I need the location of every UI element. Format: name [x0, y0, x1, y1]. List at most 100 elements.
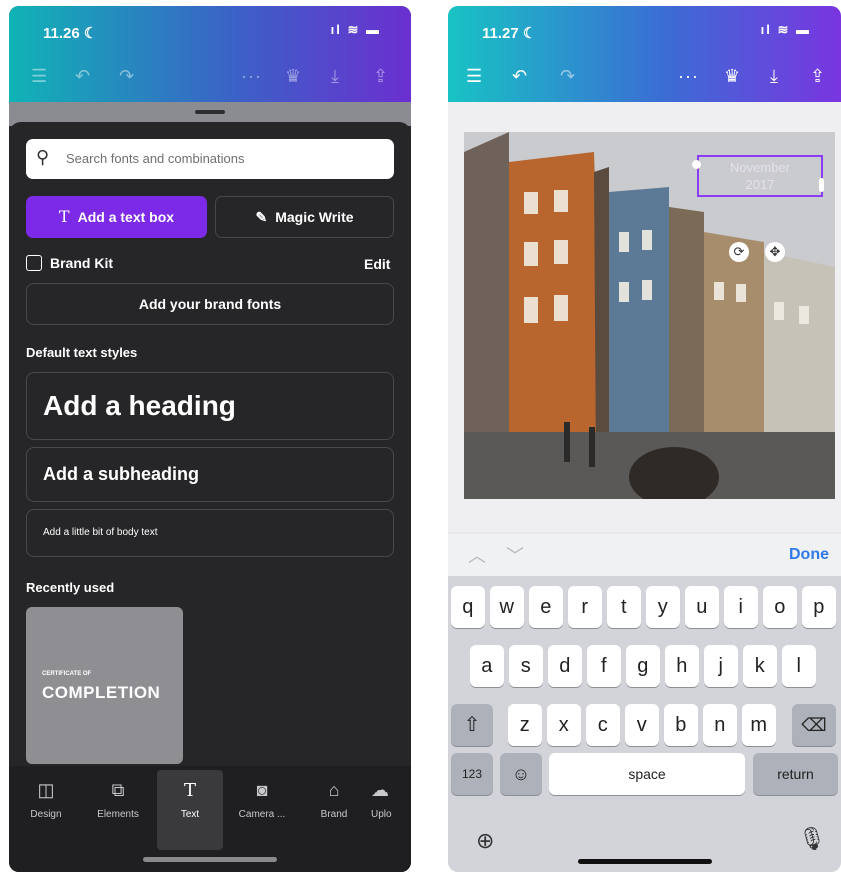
status-time: 11.26 ☾ — [43, 25, 98, 42]
nav-brand[interactable]: ⌂ Brand — [301, 780, 367, 820]
recent-template-card[interactable]: CERTIFICATE OF COMPLETION — [26, 607, 183, 764]
brand-kit-edit-link[interactable]: Edit — [364, 256, 390, 272]
search-icon: ⚲ — [36, 147, 50, 167]
download-icon[interactable]: ⤓ — [331, 66, 339, 87]
chevron-up-icon[interactable]: ︿ — [468, 542, 486, 568]
key-f[interactable]: f — [587, 645, 621, 687]
bottom-navigation: ◫ Design ⧉ Elements T Text ◙ Camera ... ⌂ Bra… — [9, 766, 411, 872]
nav-design-label: Design — [30, 809, 62, 820]
design-icon: ◫ — [37, 780, 55, 800]
chevron-down-icon[interactable]: ﹀ — [506, 542, 524, 568]
key-q[interactable]: q — [451, 586, 485, 628]
menu-icon[interactable]: ☰ — [466, 66, 482, 87]
more-icon[interactable]: ··· — [678, 66, 699, 87]
crown-icon[interactable]: ♛ — [724, 66, 740, 87]
download-icon[interactable]: ⤓ — [770, 66, 778, 87]
more-icon[interactable]: ··· — [241, 66, 262, 87]
brand-kit-icon — [26, 255, 42, 271]
backspace-key[interactable]: ⌫ — [792, 704, 836, 746]
key-w[interactable]: w — [490, 586, 524, 628]
editor-toolbar: ☰ ↶ ↷ ··· ♛ ⤓ ⇪ — [448, 66, 841, 96]
ios-keyboard: qwertyuiop asdfghjkl zxcvbnm ⇧ ⌫ 123 ☺ s… — [448, 576, 841, 872]
sheet-drag-handle[interactable] — [195, 110, 225, 114]
home-indicator — [143, 857, 277, 862]
rotate-icon[interactable]: ⟳ — [729, 242, 749, 262]
key-k[interactable]: k — [743, 645, 777, 687]
brand-icon: ⌂ — [328, 780, 340, 800]
nav-elements[interactable]: ⧉ Elements — [85, 780, 151, 820]
magic-write-label: Magic Write — [275, 209, 354, 225]
brand-kit-row: Brand Kit — [26, 255, 113, 271]
key-n[interactable]: n — [703, 704, 737, 746]
undo-icon[interactable]: ↶ — [512, 66, 527, 87]
left-phone-screen: 11.26 ☾ ıl ≋ ▬ ☰ ↶ ↷ ··· ♛ ⤓ ⇪ ⚲ Search … — [9, 6, 411, 872]
globe-icon[interactable]: ⊕ — [476, 828, 494, 854]
editor-header: 11.27 ☾ ıl ≋ ▬ ☰ ↶ ↷ ··· ♛ ⤓ ⇪ — [448, 6, 841, 102]
key-x[interactable]: x — [547, 704, 581, 746]
editor-header: 11.26 ☾ ıl ≋ ▬ ☰ ↶ ↷ ··· ♛ ⤓ ⇪ — [9, 6, 411, 102]
key-j[interactable]: j — [704, 645, 738, 687]
share-icon[interactable]: ⇪ — [373, 66, 388, 87]
key-g[interactable]: g — [626, 645, 660, 687]
key-a[interactable]: a — [470, 645, 504, 687]
key-o[interactable]: o — [763, 586, 797, 628]
add-heading-button[interactable]: Add a heading — [26, 372, 394, 440]
done-button[interactable]: Done — [789, 546, 829, 564]
default-text-styles-title: Default text styles — [26, 345, 138, 360]
resize-handle-top-left[interactable] — [692, 160, 701, 169]
home-indicator — [578, 859, 712, 864]
menu-icon[interactable]: ☰ — [31, 66, 47, 87]
design-canvas: November 2017 ⟳ ✥ — [448, 102, 841, 532]
key-y[interactable]: y — [646, 586, 680, 628]
key-m[interactable]: m — [742, 704, 776, 746]
redo-icon[interactable]: ↷ — [560, 66, 575, 87]
search-placeholder: Search fonts and combinations — [66, 151, 245, 166]
key-i[interactable]: i — [724, 586, 758, 628]
space-key[interactable]: space — [549, 753, 745, 795]
text-icon: T — [183, 780, 196, 801]
add-brand-fonts-button[interactable]: Add your brand fonts — [26, 283, 394, 325]
completion-text: COMPLETION — [42, 683, 161, 702]
nav-camera[interactable]: ◙ Camera ... — [229, 780, 295, 820]
crown-icon[interactable]: ♛ — [285, 66, 301, 87]
emoji-key[interactable]: ☺ — [500, 753, 542, 795]
magic-write-button[interactable]: ✎ Magic Write — [215, 196, 394, 238]
key-p[interactable]: p — [802, 586, 836, 628]
add-body-text-button[interactable]: Add a little bit of body text — [26, 509, 394, 557]
resize-handle-right[interactable] — [819, 178, 824, 192]
key-r[interactable]: r — [568, 586, 602, 628]
key-c[interactable]: c — [586, 704, 620, 746]
nav-text-label: Text — [180, 809, 200, 820]
nav-design[interactable]: ◫ Design — [13, 780, 79, 820]
microphone-icon[interactable]: 🎙 — [798, 826, 826, 852]
nav-brand-label: Brand — [320, 809, 348, 820]
numbers-key[interactable]: 123 — [451, 753, 493, 795]
add-subheading-button[interactable]: Add a subheading — [26, 447, 394, 502]
undo-icon[interactable]: ↶ — [75, 66, 90, 87]
key-v[interactable]: v — [625, 704, 659, 746]
editor-toolbar: ☰ ↶ ↷ ··· ♛ ⤓ ⇪ — [9, 66, 411, 96]
share-icon[interactable]: ⇪ — [810, 66, 825, 87]
move-icon[interactable]: ✥ — [765, 242, 785, 262]
add-text-box-button[interactable]: T Add a text box — [26, 196, 207, 238]
redo-icon[interactable]: ↷ — [119, 66, 134, 87]
selected-text-box[interactable]: November 2017 — [697, 155, 823, 197]
return-key[interactable]: return — [753, 753, 838, 795]
key-t[interactable]: t — [607, 586, 641, 628]
key-h[interactable]: h — [665, 645, 699, 687]
status-indicators: ıl ≋ ▬ — [760, 22, 811, 37]
key-d[interactable]: d — [548, 645, 582, 687]
key-e[interactable]: e — [529, 586, 563, 628]
nav-upload[interactable]: ☁ Uplo — [365, 780, 411, 820]
key-z[interactable]: z — [508, 704, 542, 746]
brand-kit-label: Brand Kit — [50, 255, 113, 271]
key-u[interactable]: u — [685, 586, 719, 628]
nav-text[interactable]: T Text — [157, 770, 223, 850]
font-search-input[interactable]: ⚲ Search fonts and combinations — [26, 139, 394, 179]
camera-icon: ◙ — [256, 780, 268, 800]
key-s[interactable]: s — [509, 645, 543, 687]
shift-key[interactable]: ⇧ — [451, 704, 493, 746]
key-b[interactable]: b — [664, 704, 698, 746]
key-l[interactable]: l — [782, 645, 816, 687]
status-bar: 11.26 ☾ ıl ≋ ▬ — [9, 22, 411, 44]
